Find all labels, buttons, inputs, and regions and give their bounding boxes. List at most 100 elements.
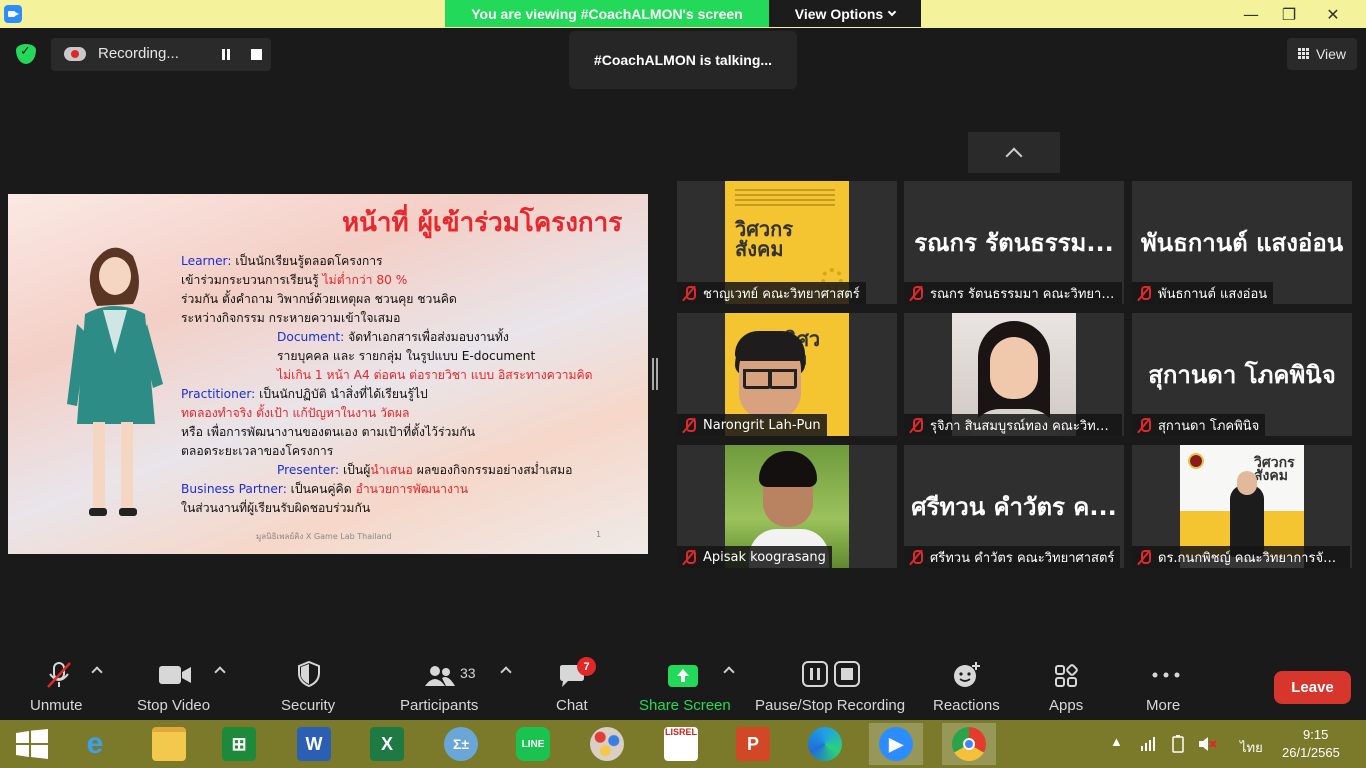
leave-meeting-button[interactable]: Leave xyxy=(1274,671,1351,704)
participants-options-caret[interactable] xyxy=(500,666,512,678)
participant-tile[interactable]: Apisak koograsang xyxy=(677,445,897,568)
participant-display-name: ศรีทวน คำวัตร ค... xyxy=(911,493,1117,521)
taskbar-powerpoint[interactable]: P xyxy=(726,723,780,765)
share-screen-button[interactable]: Share Screen xyxy=(636,648,732,720)
slide-line: Document: จัดทำเอกสารเพื่อส่งมอบงานทั้ง xyxy=(277,328,509,347)
word-icon: W xyxy=(297,727,331,761)
taskbar-internet-explorer[interactable]: e xyxy=(68,723,122,765)
view-layout-button[interactable]: View xyxy=(1287,38,1357,70)
pause-stop-recording-label: Pause/Stop Recording xyxy=(755,697,906,714)
slide-keyword: Presenter: xyxy=(277,463,340,477)
show-hidden-icons-button[interactable]: ▲ xyxy=(1110,734,1123,749)
pause-icon xyxy=(802,661,828,687)
taskbar-microsoft-store[interactable]: ⊞ xyxy=(212,723,266,765)
participant-name-label: พันธกานต์ แสงอ่อน xyxy=(1132,282,1274,304)
slide-line: Learner: เป็นนักเรียนรู้ตลอดโครงการ xyxy=(181,252,383,271)
more-label: More xyxy=(1146,697,1181,714)
clock-date[interactable]: 26/1/2565 xyxy=(1282,745,1340,760)
taskbar-file-explorer[interactable] xyxy=(142,723,196,765)
recording-indicator: Recording... xyxy=(51,38,271,71)
share-screen-icon xyxy=(668,665,698,687)
shared-screen-slide: หน้าที่ ผู้เข้าร่วมโครงการ Learner: เป็น… xyxy=(8,194,648,554)
apps-button[interactable]: Apps xyxy=(1040,648,1092,720)
participant-display-name: พันธกานต์ แสงอ่อน xyxy=(1140,229,1344,257)
muted-mic-icon xyxy=(681,285,697,301)
taskbar-chrome[interactable] xyxy=(942,723,996,765)
participant-tile[interactable]: รณกร รัตนธรรม... รณกร รัตนธรรมมา คณะวิทยา… xyxy=(904,181,1124,304)
taskbar-excel[interactable]: X xyxy=(360,723,414,765)
participant-tile[interactable]: พันธกานต์ แสงอ่อน พันธกานต์ แสงอ่อน xyxy=(1132,181,1352,304)
battery-icon[interactable] xyxy=(1170,735,1186,753)
encryption-shield-icon[interactable] xyxy=(16,44,36,64)
input-language-indicator[interactable]: ไทย xyxy=(1240,737,1263,758)
more-button[interactable]: More xyxy=(1140,648,1192,720)
participant-name: ดร.กนกพิชญ์ คณะวิทยาการจัดการ xyxy=(1158,550,1344,566)
participant-tile[interactable]: สุกานดา โภคพินิจ สุกานดา โภคพินิจ xyxy=(1132,313,1352,436)
participant-name-label: รุจิภา สินสมบูรณ์ทอง คณะวิทยาศาสตร์ xyxy=(904,414,1122,436)
window-title-bar: You are viewing #CoachALMON's screen Vie… xyxy=(0,0,1366,28)
zoom-icon: ▶ xyxy=(879,727,913,761)
view-options-button[interactable]: View Options xyxy=(769,0,921,27)
participant-name-label: Apisak koograsang xyxy=(677,546,832,568)
clock-time[interactable]: 9:15 xyxy=(1303,727,1328,742)
windows-taskbar: e ⊞ W X Σ± LINE LISREL P ▶ ▲ ไทย 9:15 26… xyxy=(0,720,1366,768)
pause-stop-recording-button[interactable]: Pause/Stop Recording xyxy=(752,648,912,720)
participants-button[interactable]: 33 Participants xyxy=(396,648,492,720)
apps-icon xyxy=(1055,664,1078,687)
participant-tile[interactable]: ศรีทวน คำวัตร ค... ศรีทวน คำวัตร คณะวิทยา… xyxy=(904,445,1124,568)
start-button[interactable] xyxy=(4,723,58,765)
recording-label: Recording... xyxy=(98,45,179,62)
slide-footer: มูลนิธิเพลย์คิง X Game Lab Thailand xyxy=(256,532,392,541)
slide-line: หรือ เพื่อการพัฒนางานของตนเอง ตามเป้าที่… xyxy=(181,423,475,442)
participant-name: พันธกานต์ แสงอ่อน xyxy=(1158,286,1268,302)
participant-name: สุกานดา โภคพินิจ xyxy=(1158,418,1260,434)
muted-microphone-icon xyxy=(47,662,71,688)
participant-tile[interactable]: รุจิภา สินสมบูรณ์ทอง คณะวิทยาศาสตร์ xyxy=(904,313,1124,436)
character-illustration xyxy=(67,247,163,516)
participant-name: รุจิภา สินสมบูรณ์ทอง คณะวิทยาศาสตร์ xyxy=(930,418,1116,434)
slide-line: Presenter: เป็นผู้นำเสนอ ผลของกิจกรรมอย่… xyxy=(277,461,572,480)
slide-line: รายบุคคล และ รายกลุ่ม ในรูปแบบ E-documen… xyxy=(277,347,535,366)
slide-line: ระหว่างกิจกรรม กระหายความเข้าใจเสมอ xyxy=(181,309,400,328)
chat-label: Chat xyxy=(556,697,588,714)
taskbar-math-input[interactable]: Σ± xyxy=(434,723,488,765)
slide-text: จัดทำเอกสารเพื่อส่งมอบงานทั้ง xyxy=(344,330,509,344)
participant-tile[interactable]: วิศว สังNarongrit Lah-Pun xyxy=(677,313,897,436)
security-label: Security xyxy=(281,697,336,714)
muted-mic-icon xyxy=(681,549,697,565)
slide-text: ไม่เกิน 1 หน้า A4 ต่อคน ต่อรายวิชา แบบ อ… xyxy=(277,368,593,382)
taskbar-word[interactable]: W xyxy=(287,723,341,765)
split-resize-handle[interactable] xyxy=(652,358,658,390)
pause-recording-button[interactable] xyxy=(213,45,239,65)
stop-video-button[interactable]: Stop Video xyxy=(130,648,220,720)
taskbar-lisrel[interactable]: LISREL xyxy=(654,723,708,765)
maximize-button[interactable]: ❐ xyxy=(1266,0,1312,28)
participant-name: รณกร รัตนธรรมมา คณะวิทยาศาสตร์ xyxy=(930,286,1116,302)
stop-recording-button[interactable] xyxy=(251,49,262,60)
participant-tile[interactable]: วิศวกร สังคม ชาญเวทย์ คณะวิทยาศาสตร์ xyxy=(677,181,897,304)
unmute-button[interactable]: Unmute xyxy=(20,648,96,720)
line-icon: LINE xyxy=(516,727,550,761)
muted-mic-icon xyxy=(908,285,924,301)
taskbar-line[interactable]: LINE xyxy=(506,723,560,765)
reactions-button[interactable]: Reactions xyxy=(926,648,1006,720)
close-window-button[interactable]: ✕ xyxy=(1310,0,1356,28)
folder-icon xyxy=(152,727,186,761)
signal-icon xyxy=(1141,737,1155,751)
taskbar-edge[interactable] xyxy=(798,723,852,765)
taskbar-zoom[interactable]: ▶ xyxy=(869,723,923,765)
taskbar-paint[interactable] xyxy=(580,723,634,765)
gallery-scroll-up-button[interactable] xyxy=(968,132,1060,173)
participant-tile[interactable]: วิศวกร สังคม ดร.กนกพิชญ์ คณะวิทยาการจัดกา… xyxy=(1132,445,1352,568)
chevron-up-icon xyxy=(1005,147,1023,164)
view-options-label: View Options xyxy=(794,5,884,22)
slide-line: Business Partner: เป็นคนคู่คิด อำนวยการพ… xyxy=(181,480,468,499)
slide-text: ไม่ต่ำกว่า 80 % xyxy=(322,273,408,287)
participant-name-label: สุกานดา โภคพินิจ xyxy=(1132,414,1266,436)
windows-logo-icon xyxy=(16,729,48,759)
active-speaker-notice: #CoachALMON is talking... xyxy=(569,31,797,89)
speaker-muted-icon[interactable] xyxy=(1198,736,1218,752)
share-screen-label: Share Screen xyxy=(639,697,731,714)
slide-line: ร่วมกัน ตั้งคำถาม วิพากษ์ด้วยเหตุผล ชวนค… xyxy=(181,290,457,309)
security-button[interactable]: Security xyxy=(272,648,346,720)
